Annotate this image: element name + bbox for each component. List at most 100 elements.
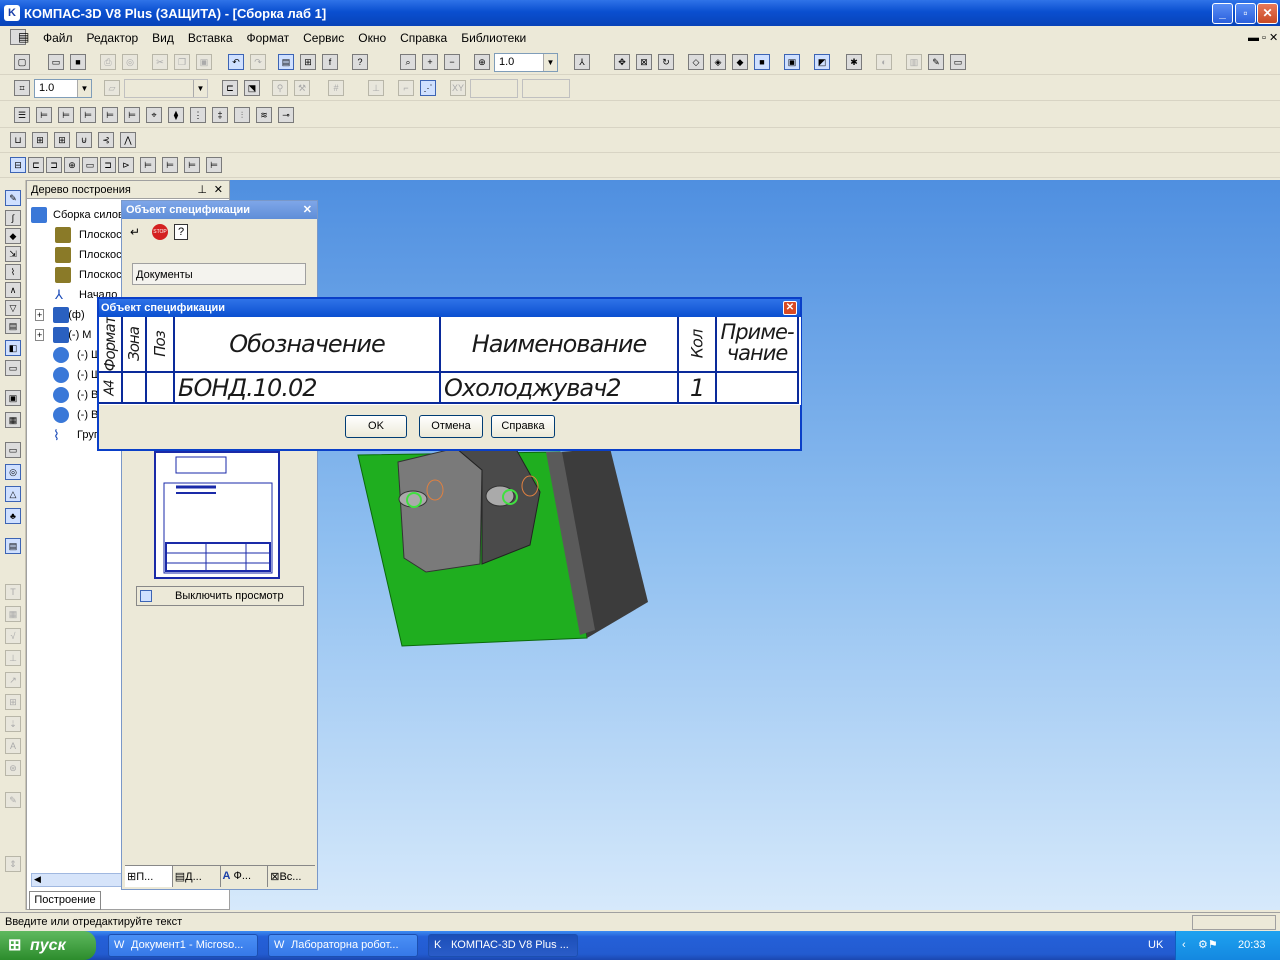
edit-mode-icon[interactable]: ✎ [5, 190, 21, 206]
task-word-doc[interactable]: W Документ1 - Microso... [108, 934, 258, 957]
language-indicator[interactable]: UK [1148, 939, 1163, 951]
task-kompas[interactable]: K КОМПАС-3D V8 Plus ... [428, 934, 578, 957]
hidden-thin-icon[interactable]: ◆ [732, 54, 748, 70]
mate-icon-2[interactable]: ⊨ [58, 107, 74, 123]
coordinate-icon[interactable]: ⌗ [14, 80, 30, 96]
enter-icon[interactable]: ↵ [130, 225, 140, 239]
help-icon[interactable]: ? [174, 224, 188, 240]
maximize-button[interactable]: ▫ [1235, 3, 1256, 24]
tray-expand-icon[interactable]: ‹ [1182, 931, 1186, 960]
circle-icon[interactable]: ◎ [5, 464, 21, 480]
new-file-icon[interactable]: ▢ [14, 54, 30, 70]
rebuild-icon[interactable]: ⚒ [294, 80, 310, 96]
context-help-icon[interactable]: ? [352, 54, 368, 70]
triangle-icon[interactable]: △ [5, 486, 21, 502]
library-icon[interactable]: ⊞ [300, 54, 316, 70]
group-icon[interactable]: ♣ [5, 508, 21, 524]
snap-icon[interactable]: ✱ [846, 54, 862, 70]
spec-icon-4[interactable]: ⊕ [64, 157, 80, 173]
edit-icon-6[interactable]: ⋀ [120, 132, 136, 148]
tolerance-icon[interactable]: ⊞ [5, 694, 21, 710]
chevron-down-icon[interactable]: ▼ [543, 54, 557, 71]
zoom-window-icon[interactable]: ⌕ [400, 54, 416, 70]
clock[interactable]: 20:33 [1238, 931, 1266, 960]
spec-icon-11[interactable]: ⊨ [206, 157, 222, 173]
tree-item-component[interactable]: + (ф) [35, 305, 85, 325]
ok-button[interactable]: OK [345, 415, 407, 438]
cell-qty[interactable]: 1 [679, 373, 717, 404]
spec-icon-3[interactable]: ⊐ [46, 157, 62, 173]
view-arrow-icon[interactable]: ⇣ [5, 716, 21, 732]
halftone-icon[interactable]: ■ [754, 54, 770, 70]
feature-icon[interactable]: ◆ [5, 228, 21, 244]
cell-note[interactable] [717, 373, 799, 404]
mate-icon-5[interactable]: ⊨ [124, 107, 140, 123]
curve-icon[interactable]: ∫ [5, 210, 21, 226]
xy-icon[interactable]: XY [450, 80, 466, 96]
model-viewport[interactable] [230, 180, 1280, 910]
mate-icon-4[interactable]: ⊨ [102, 107, 118, 123]
halftone-edges-icon[interactable]: ▣ [784, 54, 800, 70]
spec-object-icon[interactable]: ▤ [5, 538, 21, 554]
menu-edit[interactable]: Редактор [80, 31, 146, 45]
paperclip-icon[interactable]: ⌇ [5, 264, 21, 280]
zoom-in-icon[interactable]: + [422, 54, 438, 70]
tree-item-plane[interactable]: Плоскос [55, 265, 122, 285]
paste-icon[interactable]: ▣ [196, 54, 212, 70]
spec-icon-10[interactable]: ⊨ [184, 157, 200, 173]
close-icon[interactable]: ✕ [783, 301, 797, 315]
tree-item-bolt[interactable]: (-) Ш [53, 365, 101, 385]
preview-icon[interactable]: ◎ [122, 54, 138, 70]
menu-insert[interactable]: Вставка [181, 31, 240, 45]
leader-icon[interactable]: ↗ [5, 672, 21, 688]
rotate-icon[interactable]: ↻ [658, 54, 674, 70]
tree-item-plane[interactable]: Плоскос [55, 245, 122, 265]
tree-item-plane[interactable]: Плоскос [55, 225, 122, 245]
expand-icon[interactable]: + [35, 329, 45, 341]
round-icon[interactable]: ⌐ [398, 80, 414, 96]
tools-icon[interactable]: ✎ [928, 54, 944, 70]
cut-icon[interactable]: ✂ [152, 54, 168, 70]
base-icon[interactable]: ⊥ [5, 650, 21, 666]
pencil-icon[interactable]: ✎ [5, 792, 21, 808]
checkbox[interactable] [140, 590, 152, 602]
tree-item-group[interactable]: ⌇ Груп [53, 425, 100, 445]
list-icon[interactable]: ☰ [14, 107, 30, 123]
mdi-controls[interactable]: ▬ ▫ ✕ [1248, 31, 1278, 44]
print-icon[interactable]: ⎙ [100, 54, 116, 70]
spec-icon-9[interactable]: ⊨ [162, 157, 178, 173]
text-icon[interactable]: T [5, 584, 21, 600]
cubes-icon[interactable]: ▦ [5, 412, 21, 428]
mate-icon-6[interactable]: ⌖ [146, 107, 162, 123]
y-field[interactable] [522, 79, 570, 98]
preview-toggle[interactable]: Выключить просмотр [136, 586, 304, 606]
menu-window[interactable]: Окно [351, 31, 393, 45]
zoom-scale-icon[interactable]: ⊕ [474, 54, 490, 70]
chevron-down-icon[interactable]: ▼ [77, 80, 91, 97]
redo-icon[interactable]: ↷ [250, 54, 266, 70]
undo-icon[interactable]: ↶ [228, 54, 244, 70]
cell-name[interactable]: Охолоджувач2 [441, 373, 679, 404]
snap-off-icon[interactable]: ⚲ [272, 80, 288, 96]
open-file-icon[interactable]: ▭ [48, 54, 64, 70]
cut-line-icon[interactable]: A [5, 738, 21, 754]
cell-format[interactable]: А4 [99, 373, 123, 404]
zoom-combo[interactable]: 1.0 ▼ [494, 53, 558, 72]
mate-icon-1[interactable]: ⊨ [36, 107, 52, 123]
local-cs-icon[interactable]: ⊏ [222, 80, 238, 96]
table-icon[interactable]: ▦ [5, 606, 21, 622]
pan-icon[interactable]: ✥ [614, 54, 630, 70]
menu-service[interactable]: Сервис [296, 31, 351, 45]
filter-icon[interactable]: ▽ [5, 300, 21, 316]
fit-all-icon[interactable]: ⊠ [636, 54, 652, 70]
spec-icon-5[interactable]: ▭ [82, 157, 98, 173]
menu-libraries[interactable]: Библиотеки [454, 31, 533, 45]
zoom-out-icon[interactable]: − [444, 54, 460, 70]
menu-file[interactable]: Файл [36, 31, 80, 45]
wireframe-icon[interactable]: ◇ [688, 54, 704, 70]
mate-icon-3[interactable]: ⊨ [80, 107, 96, 123]
component-icon[interactable]: ◧ [5, 340, 21, 356]
section-icon[interactable]: ◐ [876, 54, 892, 70]
pin-icon[interactable]: ⇲ [5, 246, 21, 262]
mate-icon-9[interactable]: ‡ [212, 107, 228, 123]
